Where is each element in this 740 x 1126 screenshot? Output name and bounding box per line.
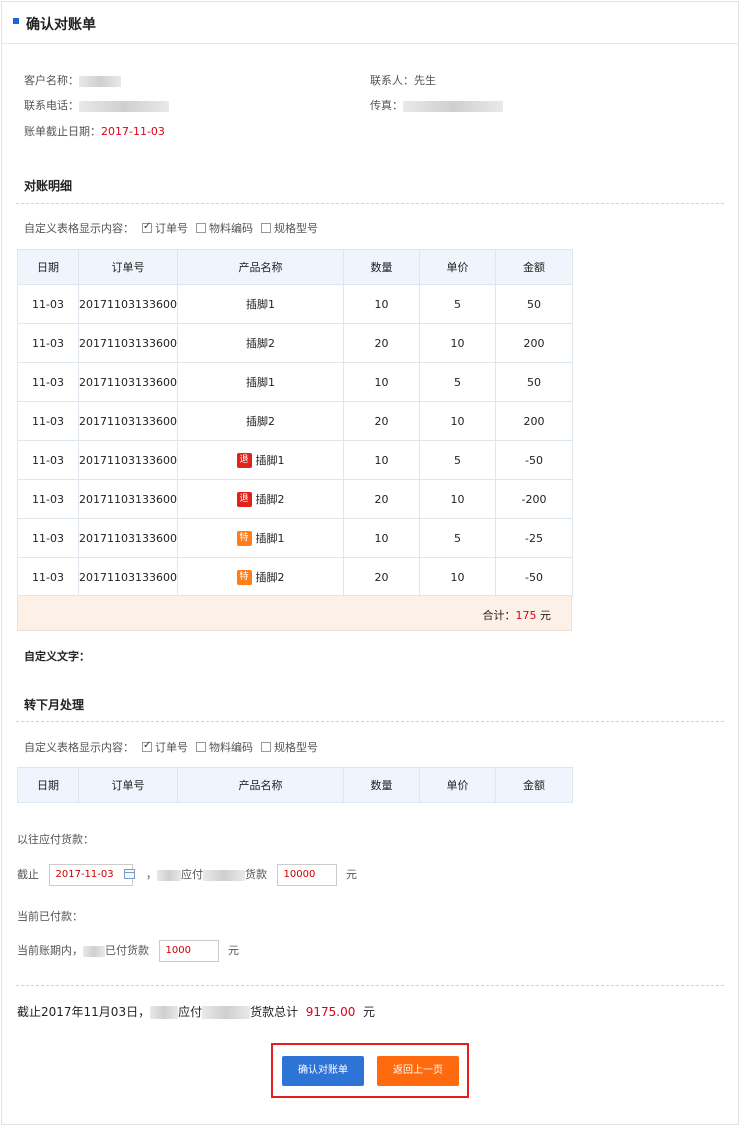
page-header: 确认对账单 <box>2 2 738 44</box>
return-badge: 退 <box>236 492 252 508</box>
column-header: 日期 <box>17 249 79 285</box>
divider <box>16 721 724 722</box>
paid-amount-input[interactable]: 1000 <box>158 940 219 962</box>
balance-amount: 9175.00 <box>305 1005 356 1019</box>
paid-label: 当前已付款： <box>17 910 83 923</box>
contact-person: 联系人：先生 <box>370 74 436 87</box>
table-row: 11-03 20171103133600 特插脚2 20 10 -50 <box>17 557 573 597</box>
table-header-row: 日期 订单号 产品名称 数量 单价 金额 <box>17 767 573 803</box>
prior-payable-line: 截止 2017-11-03 ，应付 货款 10000 元 <box>17 864 357 886</box>
fax: 传真： <box>370 97 503 113</box>
customer-name: 客户名称： <box>24 72 121 88</box>
confirm-statement-button[interactable]: 确认对账单 <box>282 1056 364 1086</box>
detail-table: 日期 订单号 产品名称 数量 单价 金额 11-03 2017110313360… <box>17 249 573 597</box>
paid-line: 当前账期内， 已付货款 1000 元 <box>17 940 239 962</box>
special-badge: 特 <box>236 531 252 547</box>
column-header: 金额 <box>495 249 573 285</box>
total-row: 合计：175 元 <box>17 595 572 631</box>
prior-payable-label: 以往应付货款： <box>17 833 94 846</box>
title-marker <box>13 18 19 24</box>
column-header: 产品名称 <box>177 767 344 803</box>
column-header: 订单号 <box>78 767 178 803</box>
next-month-column-options: 自定义表格显示内容： 订单号 物料编码 规格型号 <box>24 739 318 755</box>
table-header-row: 日期 订单号 产品名称 数量 单价 金额 <box>17 249 573 285</box>
column-header: 日期 <box>17 767 79 803</box>
detail-column-options: 自定义表格显示内容： 订单号 物料编码 规格型号 <box>24 220 318 236</box>
table-row: 11-03 20171103133600 插脚1 10 5 50 <box>17 362 573 402</box>
redacted-text <box>150 1006 179 1019</box>
custom-text-label: 自定义文字： <box>24 650 90 663</box>
balance-summary: 截止2017年11月03日， 应付 货款总计 9175.00 元 <box>17 1005 376 1019</box>
redacted-text <box>203 869 245 881</box>
column-header: 单价 <box>419 767 496 803</box>
table-row: 11-03 20171103133600 退插脚2 20 10 -200 <box>17 479 573 519</box>
calendar-icon[interactable] <box>123 869 135 879</box>
order-number-checkbox[interactable] <box>142 740 152 752</box>
return-badge: 退 <box>236 453 252 469</box>
table-row: 11-03 20171103133600 插脚1 10 5 50 <box>17 284 573 324</box>
cutoff-date: 账单截止日期：2017-11-03 <box>24 125 165 138</box>
detail-section-title: 对账明细 <box>24 179 73 193</box>
column-header: 单价 <box>419 249 496 285</box>
spec-model-checkbox[interactable] <box>261 223 271 233</box>
column-header: 订单号 <box>78 249 178 285</box>
redacted-text <box>202 1006 251 1019</box>
column-header: 产品名称 <box>177 249 344 285</box>
redacted-text <box>79 75 121 87</box>
table-row: 11-03 20171103133600 退插脚1 10 5 -50 <box>17 440 573 480</box>
material-code-checkbox[interactable] <box>196 742 206 752</box>
back-button[interactable]: 返回上一页 <box>377 1056 459 1086</box>
divider <box>16 203 724 204</box>
contact-phone: 联系电话： <box>24 97 169 113</box>
table-row: 11-03 20171103133600 插脚2 20 10 200 <box>17 401 573 441</box>
redacted-text <box>83 945 105 957</box>
column-header: 数量 <box>343 767 420 803</box>
table-row: 11-03 20171103133600 插脚2 20 10 200 <box>17 323 573 363</box>
cutoff-date-input[interactable]: 2017-11-03 <box>48 864 135 886</box>
divider <box>16 985 724 986</box>
total-amount: 175 <box>515 609 537 622</box>
redacted-text <box>403 100 503 112</box>
spec-model-checkbox[interactable] <box>261 742 271 752</box>
redacted-text <box>157 869 181 881</box>
page-title: 确认对账单 <box>26 17 96 33</box>
column-header: 数量 <box>343 249 420 285</box>
prior-amount-input[interactable]: 10000 <box>276 864 337 886</box>
next-month-section-title: 转下月处理 <box>24 698 85 712</box>
table-row: 11-03 20171103133600 特插脚1 10 5 -25 <box>17 518 573 558</box>
order-number-checkbox[interactable] <box>142 221 152 233</box>
column-header: 金额 <box>495 767 573 803</box>
material-code-checkbox[interactable] <box>196 223 206 233</box>
special-badge: 特 <box>236 570 252 586</box>
redacted-text <box>79 100 169 112</box>
action-buttons: 确认对账单 返回上一页 <box>271 1043 469 1098</box>
next-month-table: 日期 订单号 产品名称 数量 单价 金额 <box>17 767 573 803</box>
